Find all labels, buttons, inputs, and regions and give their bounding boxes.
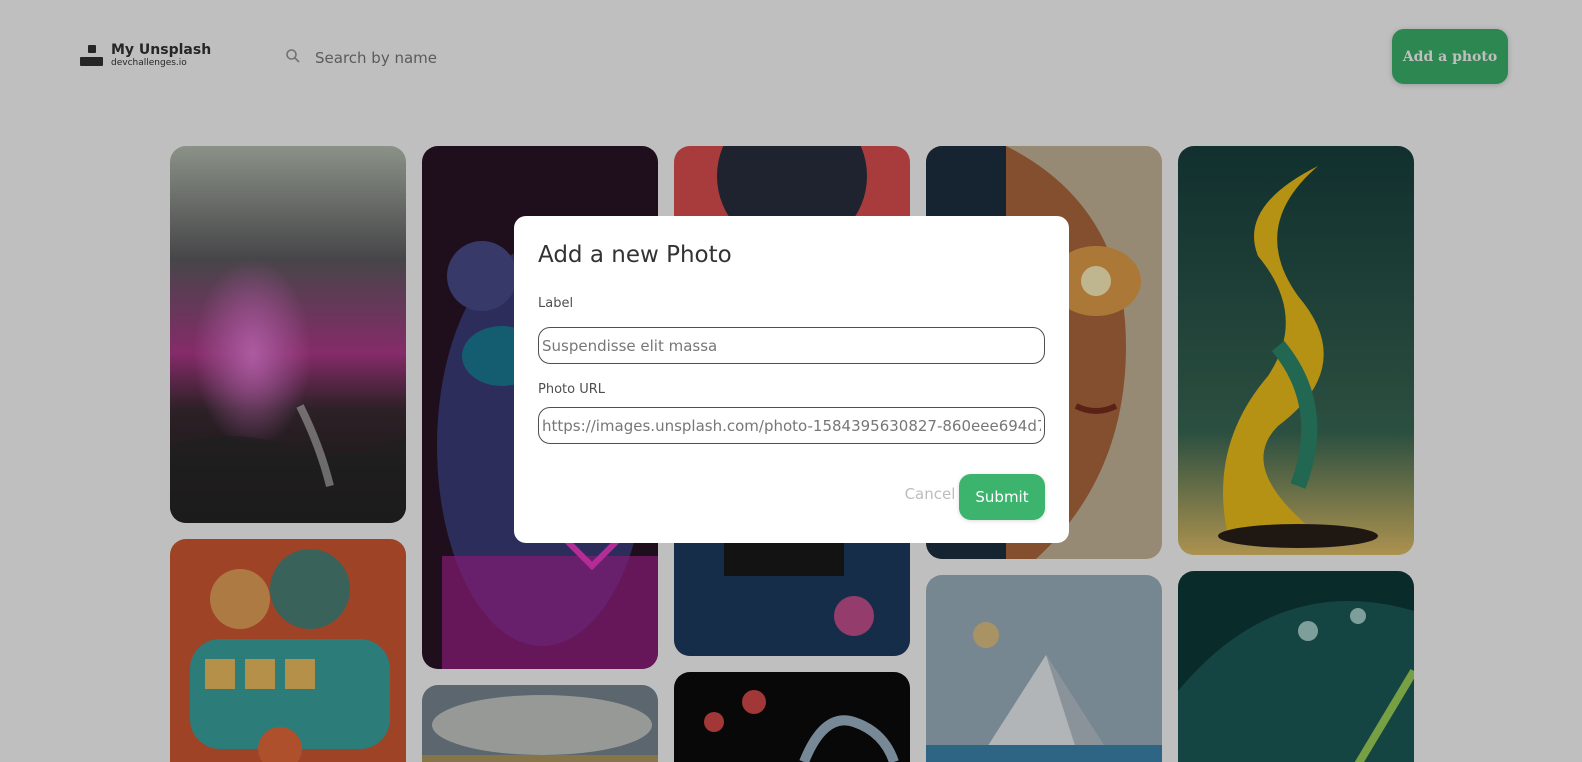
photo-url-input[interactable] <box>538 407 1045 444</box>
modal-title: Add a new Photo <box>538 242 732 268</box>
url-field-label: Photo URL <box>538 382 606 397</box>
add-photo-modal: Add a new Photo Label Photo URL Cancel S… <box>514 216 1069 543</box>
cancel-button[interactable]: Cancel <box>890 474 970 514</box>
label-input[interactable] <box>538 327 1045 364</box>
label-field-label: Label <box>538 296 574 311</box>
submit-button[interactable]: Submit <box>959 474 1045 520</box>
